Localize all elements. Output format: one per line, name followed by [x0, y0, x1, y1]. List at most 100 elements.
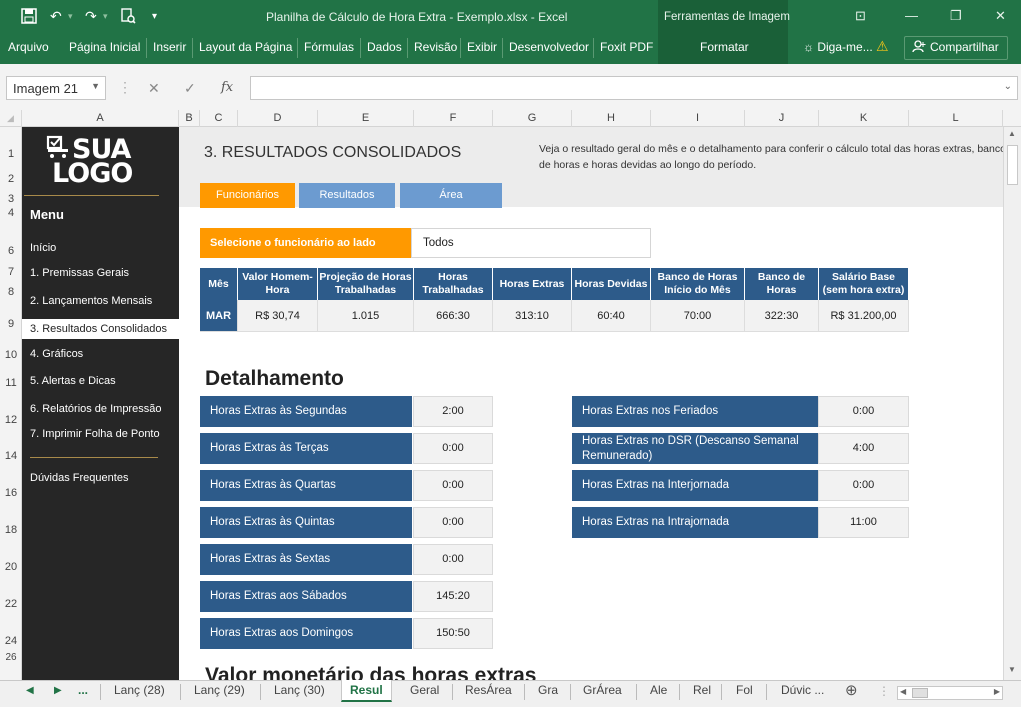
minimize-icon[interactable]: —: [905, 8, 918, 23]
row-header[interactable]: 2: [0, 173, 22, 185]
column-header[interactable]: A: [22, 110, 179, 127]
row-header[interactable]: 8: [0, 286, 22, 298]
tab-desenvolvedor[interactable]: Desenvolvedor: [509, 40, 589, 54]
close-icon[interactable]: ✕: [995, 8, 1006, 24]
row-header[interactable]: 26: [0, 652, 22, 663]
sheet-tab[interactable]: Lanç (30): [274, 683, 325, 697]
sheet-tab[interactable]: Ale: [650, 683, 667, 697]
sheet-tab[interactable]: Gra: [538, 683, 558, 697]
tell-me-box[interactable]: ☼ Diga-me...: [803, 40, 873, 54]
row-header[interactable]: 18: [0, 524, 22, 536]
scroll-up-icon[interactable]: ▲: [1008, 129, 1016, 138]
insert-function-icon[interactable]: fx: [221, 80, 233, 95]
column-header[interactable]: H: [572, 110, 651, 127]
column-header[interactable]: D: [238, 110, 318, 127]
customize-toolbar-icon[interactable]: ▾: [152, 11, 157, 22]
sheet-tab[interactable]: Geral: [410, 683, 439, 697]
tab-formatar[interactable]: Formatar: [700, 40, 749, 54]
sidebar-item-premissas[interactable]: 1. Premissas Gerais: [30, 267, 129, 279]
sheet-tab[interactable]: Lanç (28): [114, 683, 165, 697]
restore-icon[interactable]: ❐: [950, 8, 962, 24]
row-header[interactable]: 7: [0, 266, 22, 278]
row-header[interactable]: 16: [0, 487, 22, 499]
sidebar-item-graficos[interactable]: 4. Gráficos: [30, 348, 83, 360]
prev-sheet-icon[interactable]: ◀: [26, 685, 34, 696]
scroll-thumb[interactable]: [1007, 145, 1018, 185]
row-header[interactable]: 24: [0, 635, 22, 647]
scroll-left-icon[interactable]: ◀: [900, 687, 906, 696]
column-header[interactable]: I: [651, 110, 745, 127]
employee-select[interactable]: Todos: [411, 228, 651, 258]
summary-header: Projeção de Horas Trabalhadas: [318, 268, 414, 300]
row-header[interactable]: 3: [0, 193, 22, 205]
column-header[interactable]: C: [200, 110, 238, 127]
row-header[interactable]: 10: [0, 349, 22, 361]
h-scroll-thumb[interactable]: [912, 688, 928, 698]
column-header[interactable]: F: [414, 110, 493, 127]
sidebar-item-faq[interactable]: Dúvidas Frequentes: [30, 472, 128, 484]
sheet-tab[interactable]: Dúvic ...: [781, 683, 824, 697]
enter-icon[interactable]: ✓: [184, 80, 196, 97]
sidebar-item-folha-ponto[interactable]: 7. Imprimir Folha de Ponto: [30, 428, 160, 440]
sheet-tab[interactable]: GrÁrea: [583, 683, 622, 697]
formula-input[interactable]: ⌄: [250, 76, 1018, 100]
tab-revisao[interactable]: Revisão: [414, 40, 457, 54]
row-header[interactable]: 1: [0, 148, 22, 160]
tab-layout[interactable]: Layout da Página: [199, 40, 292, 54]
row-header[interactable]: 6: [0, 245, 22, 257]
row-header[interactable]: 14: [0, 450, 22, 462]
scroll-right-icon[interactable]: ▶: [994, 687, 1000, 696]
tab-arquivo[interactable]: Arquivo: [8, 40, 49, 54]
tab-funcionarios[interactable]: Funcionários: [200, 183, 295, 208]
more-sheets-ellipsis[interactable]: ...: [78, 683, 88, 697]
sidebar-item-resultados[interactable]: 3. Resultados Consolidados: [22, 319, 179, 339]
sidebar-item-relatorios[interactable]: 6. Relatórios de Impressão: [30, 403, 161, 415]
sheet-tab[interactable]: Fol: [736, 683, 753, 697]
scroll-down-icon[interactable]: ▼: [1008, 665, 1016, 674]
undo-dropdown-icon[interactable]: ▾: [68, 11, 73, 22]
row-header[interactable]: 20: [0, 561, 22, 573]
row-header[interactable]: 9: [0, 318, 22, 330]
tab-resultados[interactable]: Resultados: [299, 183, 395, 208]
redo-dropdown-icon[interactable]: ▾: [103, 11, 108, 22]
row-header[interactable]: 12: [0, 414, 22, 426]
vertical-scrollbar[interactable]: ▲ ▼: [1003, 127, 1021, 680]
column-header[interactable]: K: [819, 110, 909, 127]
column-header[interactable]: J: [745, 110, 819, 127]
add-sheet-icon[interactable]: ⊕: [845, 681, 858, 699]
column-header[interactable]: E: [318, 110, 414, 127]
name-box[interactable]: Imagem 21 ▼: [6, 76, 106, 100]
tab-exibir[interactable]: Exibir: [467, 40, 497, 54]
tab-foxit-pdf[interactable]: Foxit PDF: [600, 40, 653, 54]
sheet-tab[interactable]: Lanç (29): [194, 683, 245, 697]
undo-icon[interactable]: ↶: [50, 8, 62, 25]
name-box-dropdown-icon[interactable]: ▼: [91, 81, 100, 91]
sheet-tab[interactable]: Rel: [693, 683, 711, 697]
sidebar-item-lancamentos[interactable]: 2. Lançamentos Mensais: [30, 295, 152, 307]
cancel-icon[interactable]: ✕: [148, 80, 160, 97]
column-header[interactable]: B: [179, 110, 200, 127]
sheet-tab[interactable]: ResÁrea: [465, 683, 512, 697]
row-header[interactable]: 11: [0, 377, 22, 389]
column-header[interactable]: G: [493, 110, 572, 127]
redo-icon[interactable]: ↷: [85, 8, 97, 25]
row-header[interactable]: 4: [0, 207, 22, 219]
column-header[interactable]: L: [909, 110, 1003, 127]
expand-formula-bar-icon[interactable]: ⌄: [1004, 81, 1012, 92]
print-preview-icon[interactable]: [120, 8, 136, 27]
tab-dados[interactable]: Dados: [367, 40, 402, 54]
sidebar-item-inicio[interactable]: Início: [30, 242, 56, 254]
select-all-corner[interactable]: ◢: [0, 110, 22, 127]
tab-inserir[interactable]: Inserir: [153, 40, 186, 54]
warning-icon[interactable]: ⚠: [876, 38, 889, 55]
row-header[interactable]: 22: [0, 598, 22, 610]
sheet-tab-active[interactable]: Resul: [341, 680, 392, 702]
tab-area[interactable]: Área: [400, 183, 502, 208]
tab-pagina-inicial[interactable]: Página Inicial: [69, 40, 140, 54]
tab-formulas[interactable]: Fórmulas: [304, 40, 354, 54]
next-sheet-icon[interactable]: ▶: [54, 685, 62, 696]
save-icon[interactable]: [21, 8, 37, 27]
sidebar-item-alertas[interactable]: 5. Alertas e Dicas: [30, 375, 116, 387]
ribbon-display-icon[interactable]: ⊡: [855, 8, 866, 24]
horizontal-scrollbar[interactable]: ◀ ▶: [897, 686, 1003, 700]
